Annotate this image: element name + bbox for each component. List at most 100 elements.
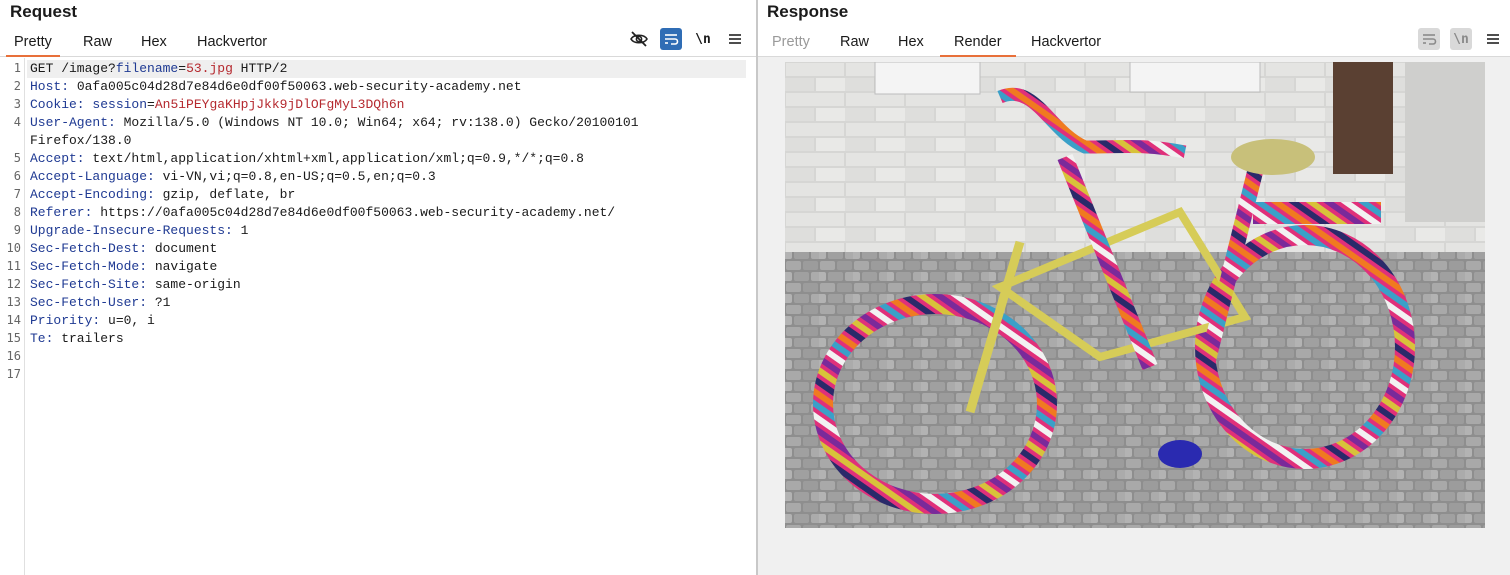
line-number: 15 <box>6 331 21 345</box>
response-menu-button[interactable] <box>1482 28 1504 50</box>
hide-whitespace-button[interactable] <box>628 28 650 50</box>
header-line-sec-fetch-mode: Sec-Fetch-Mode: navigate <box>30 258 217 276</box>
equals-sign: = <box>178 61 187 76</box>
line-number: 10 <box>6 241 21 255</box>
header-value: gzip, deflate, br <box>154 187 296 202</box>
header-value: https://0afa005c04d28d7e84d6e0df00f50063… <box>92 205 616 220</box>
tab-render[interactable]: Render <box>940 34 1016 57</box>
query-param-value: 53.jpg <box>186 61 233 76</box>
line-number: 14 <box>6 313 21 327</box>
header-line-host: Host: 0afa005c04d28d7e84d6e0df00f50063.w… <box>30 78 522 96</box>
header-value: 0afa005c04d28d7e84d6e0df00f50063.web-sec… <box>69 79 522 94</box>
wrap-lines-button[interactable] <box>1418 28 1440 50</box>
header-name: Sec-Fetch-Dest: <box>30 241 148 256</box>
line-number: 1 <box>13 61 21 75</box>
tab-pretty[interactable]: Pretty <box>6 34 60 57</box>
show-newlines-button[interactable]: \n <box>692 28 714 50</box>
wrap-lines-button[interactable] <box>660 28 682 50</box>
header-name: Referer: <box>30 205 93 220</box>
header-line-sec-fetch-user: Sec-Fetch-User: ?1 <box>30 294 170 312</box>
request-editor[interactable]: 1 2 3 4 5 6 7 8 9 10 11 12 13 14 15 16 1… <box>0 58 756 575</box>
header-line-sec-fetch-site: Sec-Fetch-Site: same-origin <box>30 276 241 294</box>
hamburger-menu-icon <box>729 34 741 44</box>
line-number: 2 <box>13 79 21 93</box>
header-line-user-agent: User-Agent: Mozilla/5.0 (Windows NT 10.0… <box>30 114 639 132</box>
tab-raw[interactable]: Raw <box>83 34 112 55</box>
line-number: 5 <box>13 151 21 165</box>
line-number: 4 <box>13 115 21 129</box>
knitted-bicycle-photo <box>785 62 1485 528</box>
request-title: Request <box>10 2 78 21</box>
header-value: Mozilla/5.0 (Windows NT 10.0; Win64; x64… <box>115 115 639 130</box>
header-name: Accept: <box>30 151 85 166</box>
header-name: User-Agent: <box>30 115 116 130</box>
request-line: GET /image?filename=53.jpg HTTP/2 <box>27 60 746 78</box>
tab-hex[interactable]: Hex <box>141 34 167 55</box>
http-version: HTTP/2 <box>232 61 288 76</box>
header-line-referer: Referer: https://0afa005c04d28d7e84d6e0d… <box>30 204 615 222</box>
cookie-name: session <box>92 97 148 112</box>
equals-sign: = <box>147 97 155 112</box>
header-value: 1 <box>232 223 249 238</box>
header-name: Sec-Fetch-Site: <box>30 277 148 292</box>
response-header-bg <box>758 0 1510 31</box>
tab-hex[interactable]: Hex <box>898 34 924 55</box>
header-name: Te: <box>30 331 54 346</box>
rendered-image <box>785 62 1485 528</box>
header-value: trailers <box>53 331 124 346</box>
header-value: u=0, i <box>100 313 155 328</box>
response-tabs: Pretty Raw Hex Render Hackvertor <box>758 31 1510 57</box>
header-value: text/html,application/xhtml+xml,applicat… <box>84 151 584 166</box>
line-number: 13 <box>6 295 21 309</box>
cookie-value: An5iPEYgaKHpjJkk9jDlOFgMyL3DQh6n <box>154 97 405 112</box>
tab-hackvertor[interactable]: Hackvertor <box>1031 34 1101 55</box>
header-line-upgrade-insecure: Upgrade-Insecure-Requests: 1 <box>30 222 248 240</box>
header-line-accept: Accept: text/html,application/xhtml+xml,… <box>30 150 584 168</box>
line-number: 11 <box>6 259 21 273</box>
header-name: Accept-Language: <box>30 169 155 184</box>
wrap-lines-icon <box>665 34 679 45</box>
header-name: Host: <box>30 79 70 94</box>
tab-hackvertor[interactable]: Hackvertor <box>197 34 267 55</box>
header-name: Sec-Fetch-User: <box>30 295 148 310</box>
line-number-gutter: 1 2 3 4 5 6 7 8 9 10 11 12 13 14 15 16 1… <box>0 58 25 575</box>
header-line-sec-fetch-dest: Sec-Fetch-Dest: document <box>30 240 217 258</box>
header-name: Sec-Fetch-Mode: <box>30 259 148 274</box>
request-pane: Request Pretty Raw Hex Hackvertor \n 1 2 <box>0 0 756 575</box>
tab-pretty[interactable]: Pretty <box>772 34 810 55</box>
header-name: Accept-Encoding: <box>30 187 155 202</box>
tab-raw[interactable]: Raw <box>840 34 869 55</box>
hamburger-menu-icon <box>1487 34 1499 44</box>
header-line-user-agent-wrap: Firefox/138.0 <box>30 132 131 150</box>
header-name: Upgrade-Insecure-Requests: <box>30 223 233 238</box>
header-value: Firefox/138.0 <box>30 133 132 148</box>
line-number: 3 <box>13 97 21 111</box>
header-value: document <box>147 241 218 256</box>
header-value: vi-VN,vi;q=0.8,en-US;q=0.5,en;q=0.3 <box>154 169 436 184</box>
line-number: 7 <box>13 187 21 201</box>
header-line-accept-language: Accept-Language: vi-VN,vi;q=0.8,en-US;q=… <box>30 168 436 186</box>
header-line-priority: Priority: u=0, i <box>30 312 155 330</box>
header-value: ?1 <box>147 295 171 310</box>
request-method: GET /image? <box>30 61 116 76</box>
request-menu-button[interactable] <box>724 28 746 50</box>
line-number: 16 <box>6 349 21 363</box>
line-number: 8 <box>13 205 21 219</box>
header-name: Priority: <box>30 313 101 328</box>
query-param-name: filename <box>115 61 179 76</box>
header-value: navigate <box>147 259 218 274</box>
show-newlines-button[interactable]: \n <box>1450 28 1472 50</box>
header-line-cookie: Cookie: session=An5iPEYgaKHpjJkk9jDlOFgM… <box>30 96 404 114</box>
header-line-accept-encoding: Accept-Encoding: gzip, deflate, br <box>30 186 295 204</box>
line-number: 17 <box>6 367 21 381</box>
line-number: 9 <box>13 223 21 237</box>
line-number: 6 <box>13 169 21 183</box>
eye-slash-icon <box>630 31 648 47</box>
response-title: Response <box>767 2 849 21</box>
wrap-lines-icon <box>1423 34 1437 45</box>
header-value: same-origin <box>147 277 241 292</box>
header-line-te: Te: trailers <box>30 330 124 348</box>
line-number: 12 <box>6 277 21 291</box>
response-pane: Response Pretty Raw Hex Render Hackverto… <box>758 0 1510 575</box>
header-name: Cookie: <box>30 97 85 112</box>
